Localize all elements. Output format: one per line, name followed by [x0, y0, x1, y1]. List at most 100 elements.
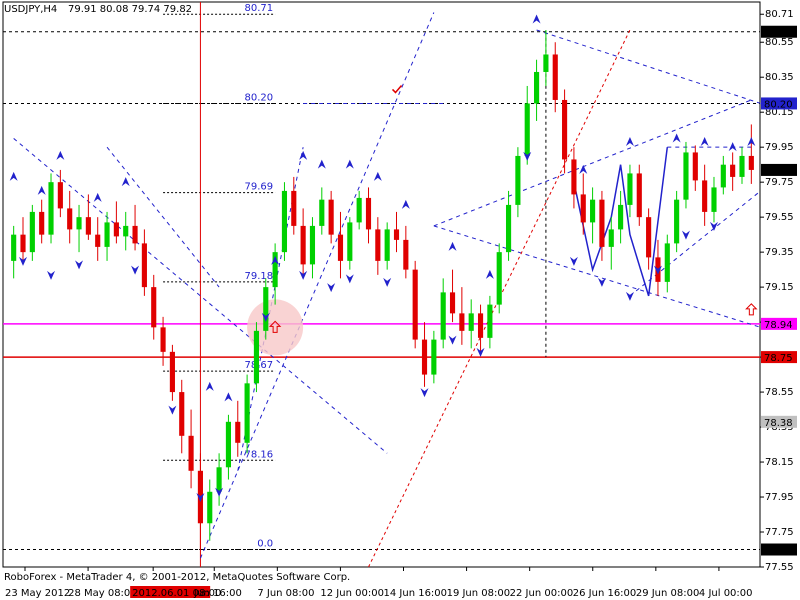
candle-bear — [85, 217, 91, 235]
candle-bear — [562, 99, 568, 160]
candle-bear — [552, 54, 558, 100]
candle-bull — [590, 199, 596, 223]
candle-bull — [468, 313, 474, 331]
chart-window: 80.7180.2079.6979.1878.6778.160.0 80.718… — [0, 0, 800, 600]
fractal-up-arrow — [37, 185, 46, 195]
candle-bear — [449, 292, 456, 314]
fractal-down-arrow — [448, 335, 457, 345]
fractal-up-arrow — [345, 159, 354, 169]
candle-bull — [627, 173, 633, 205]
fib-level-label: 80.20 — [244, 92, 273, 103]
fractal-down-arrow — [131, 265, 140, 275]
x-tick-label: 23 May 2012 — [5, 588, 70, 599]
candle-bear — [300, 225, 306, 265]
price-tag-label: 77.65 — [764, 546, 793, 557]
y-tick-label: 78.15 — [765, 457, 794, 468]
candle-bull — [674, 199, 680, 244]
fractal-up-arrow — [224, 392, 233, 402]
candle-bear — [477, 313, 484, 338]
x-tick-label: 4 Jul 00:00 — [699, 588, 753, 599]
candle-bull — [505, 204, 512, 253]
x-tick-label: 28 May 08:00 — [68, 588, 137, 599]
candle-bull — [281, 190, 288, 253]
candle-bear — [188, 435, 194, 471]
fractal-down-arrow — [345, 274, 354, 284]
fractal-up-arrow — [56, 150, 65, 160]
candle-bull — [244, 383, 250, 443]
fractal-down-arrow — [569, 256, 578, 266]
candle-bear — [337, 234, 344, 261]
candle-bull — [739, 155, 745, 177]
candle-bear — [375, 229, 381, 261]
candle-bear — [748, 155, 754, 170]
fractal-down-arrow — [625, 291, 634, 301]
candle-bull — [48, 182, 54, 235]
fractal-up-arrow — [401, 199, 410, 209]
candle-bear — [403, 239, 409, 270]
candle-bull — [11, 234, 17, 261]
candle-bear — [160, 327, 166, 352]
y-tick-label: 79.95 — [765, 142, 794, 153]
fractal-up-arrow — [121, 177, 130, 187]
fractal-down-arrow — [681, 230, 690, 240]
x-tick-label: 19 Jun 08:00 — [447, 588, 511, 599]
y-tick-label: 79.75 — [765, 177, 794, 188]
x-tick-label: 22 Jun 00:00 — [510, 588, 574, 599]
price-tag-label: 78.75 — [764, 353, 793, 364]
fractal-up-arrow — [9, 171, 18, 181]
candle-bear — [132, 225, 138, 244]
wedge-upper-line — [536, 29, 761, 104]
candle-bull — [664, 243, 670, 282]
price-tag-label: 78.38 — [764, 418, 793, 429]
candle-bull — [487, 304, 493, 338]
candle-bull — [543, 54, 549, 72]
y-tick-label: 77.55 — [765, 562, 794, 573]
plot-frame — [2, 1, 761, 568]
y-tick-label: 79.55 — [765, 212, 794, 223]
candle-bull — [515, 155, 521, 205]
price-chart[interactable]: 80.7180.2079.6979.1878.6778.160.0 80.718… — [0, 0, 800, 600]
candle-bear — [393, 229, 400, 240]
candle-bull — [720, 164, 726, 188]
candle-bear — [235, 421, 241, 443]
candle-bear — [571, 159, 577, 195]
candle-bear — [95, 234, 101, 247]
axis-layer: 80.7180.5580.3580.1579.9579.7579.5579.35… — [5, 9, 797, 599]
candle-bear — [113, 222, 119, 237]
candle-bear — [580, 194, 586, 223]
markers-layer — [9, 14, 758, 503]
y-tick-label: 77.95 — [765, 492, 794, 503]
x-tick-label: 7 Jun 08:00 — [257, 588, 314, 599]
fractal-up-arrow — [625, 136, 634, 146]
candle-bull — [356, 197, 362, 223]
fractal-down-arrow — [47, 270, 56, 280]
fib-level-label: 0.0 — [257, 539, 273, 550]
fractal-up-arrow — [93, 192, 102, 202]
y-tick-label: 78.55 — [765, 387, 794, 398]
candle-bull — [253, 330, 260, 384]
candle-bull — [431, 339, 437, 375]
footer-copyright: RoboForex - MetaTrader 4, © 2001-2012, M… — [4, 572, 350, 583]
candle-bull — [319, 199, 325, 226]
candle-bull — [29, 211, 35, 253]
candle-bear — [412, 269, 418, 340]
candle-bear — [636, 173, 642, 218]
fractal-down-arrow — [168, 405, 177, 415]
candle-bear — [459, 313, 465, 331]
ohlc-readout: 79.91 80.08 79.74 79.82 — [68, 4, 192, 15]
candle-bull — [263, 287, 269, 331]
chart-title: USDJPY,H4 — [4, 4, 57, 15]
candle-bear — [599, 199, 605, 247]
price-tag-label: 79.82 — [764, 166, 793, 177]
candle-bull — [440, 292, 446, 340]
fractal-up-arrow — [317, 159, 326, 169]
candle-bull — [347, 222, 353, 261]
x-tick-label: 29 Jun 08:00 — [636, 588, 700, 599]
x-tick-label: 26 Jun 16:00 — [573, 588, 637, 599]
price-tag-label: 80.61 — [764, 28, 793, 39]
candle-bear — [730, 164, 736, 177]
x-tick-label: Jun 16:00 — [193, 588, 242, 599]
candle-bear — [151, 287, 157, 328]
fractal-up-arrow — [448, 241, 457, 251]
price-tag-label: 78.94 — [764, 320, 793, 331]
